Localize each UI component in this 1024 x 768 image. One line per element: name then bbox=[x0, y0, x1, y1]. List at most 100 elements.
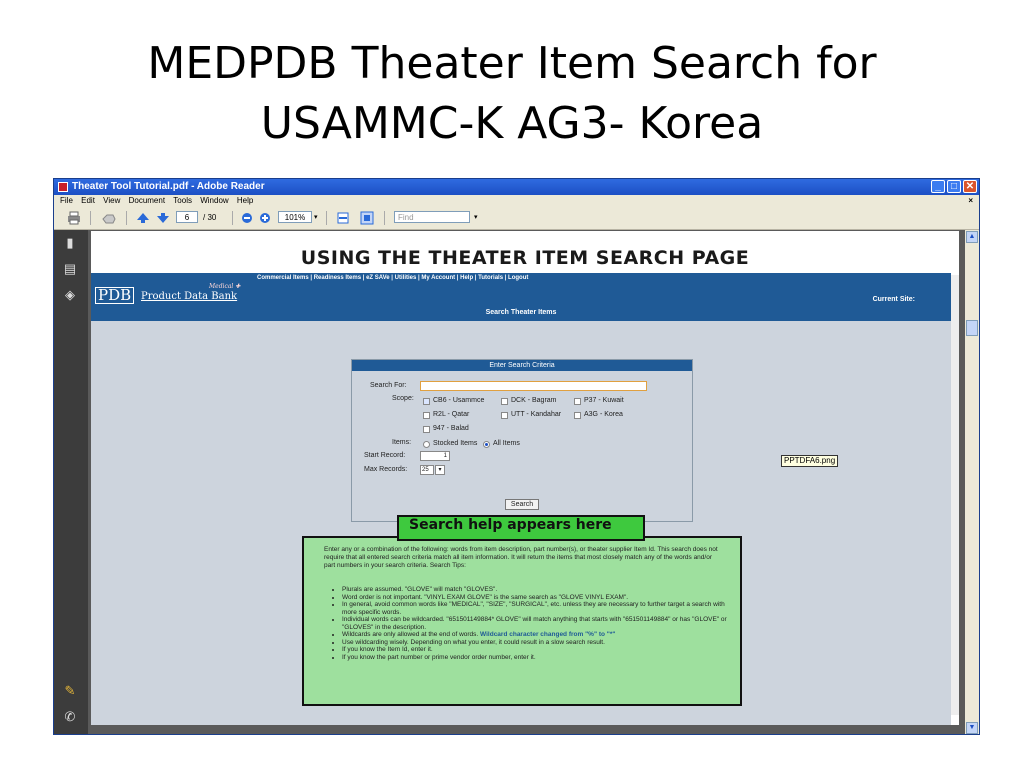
search-help-box: Enter any or a combination of the follow… bbox=[302, 536, 742, 706]
vertical-scrollbar[interactable]: ▲ ▼ bbox=[965, 230, 979, 734]
menu-bar: File Edit View Document Tools Window Hel… bbox=[54, 195, 979, 207]
search-theater-items-title: Search Theater Items bbox=[485, 309, 557, 316]
adobe-reader-window: Theater Tool Tutorial.pdf - Adobe Reader… bbox=[53, 178, 980, 735]
scope-checkbox-cb6[interactable] bbox=[423, 398, 430, 405]
inner-page-scrollbar[interactable] bbox=[951, 275, 959, 715]
search-tip: Plurals are assumed. "GLOVE" will match … bbox=[342, 586, 738, 594]
previous-page-icon[interactable] bbox=[136, 211, 150, 225]
navigation-panel: ▮ ▤ ◈ ✎ ✆ bbox=[54, 230, 88, 734]
menu-edit[interactable]: Edit bbox=[81, 195, 95, 207]
attachments-paperclip-icon[interactable]: ✆ bbox=[63, 710, 77, 724]
wildcard-tip-text: Wildcards are only allowed at the end of… bbox=[342, 631, 479, 638]
menu-tools[interactable]: Tools bbox=[173, 195, 192, 207]
scope-checkbox-utt[interactable] bbox=[501, 412, 508, 419]
document-area: USING THE THEATER ITEM SEARCH PAGE Comme… bbox=[88, 230, 965, 734]
fit-page-icon[interactable] bbox=[360, 211, 374, 225]
close-button[interactable]: ✕ bbox=[963, 180, 977, 193]
menu-help[interactable]: Help bbox=[237, 195, 253, 207]
nav-links[interactable]: Commercial Items | Readiness Items | eZ … bbox=[257, 275, 528, 281]
search-tip: Word order is not important. "VINYL EXAM… bbox=[342, 594, 738, 602]
search-criteria-panel: Enter Search Criteria Search For: Scope:… bbox=[351, 359, 693, 522]
max-records-select[interactable]: 25 bbox=[420, 465, 434, 475]
layers-icon[interactable]: ◈ bbox=[63, 288, 77, 302]
max-records-label: Max Records: bbox=[364, 466, 408, 473]
scroll-down-icon[interactable]: ▼ bbox=[966, 722, 978, 734]
menu-document[interactable]: Document bbox=[129, 195, 165, 207]
scope-option-utt: UTT - Kandahar bbox=[511, 411, 562, 418]
scope-option-r2l: R2L - Qatar bbox=[433, 411, 470, 418]
pdb-logo-text: Product Data Bank bbox=[141, 291, 238, 302]
wildcard-change-note: Wildcard character changed from "%" to "… bbox=[480, 631, 616, 638]
pages-icon[interactable]: ▮ bbox=[63, 236, 77, 250]
max-records-chevron-down-icon[interactable]: ▾ bbox=[435, 465, 445, 475]
search-for-input[interactable] bbox=[420, 381, 647, 391]
scope-option-947: 947 - Balad bbox=[433, 425, 469, 432]
search-button[interactable]: Search bbox=[505, 499, 539, 510]
fit-width-icon[interactable] bbox=[336, 211, 350, 225]
scope-checkbox-a3g[interactable] bbox=[574, 412, 581, 419]
window-titlebar[interactable]: Theater Tool Tutorial.pdf - Adobe Reader… bbox=[54, 179, 979, 195]
current-site-label: Current Site: bbox=[872, 296, 915, 303]
scope-checkbox-p37[interactable] bbox=[574, 398, 581, 405]
toolbar-separator bbox=[126, 211, 127, 225]
menu-window[interactable]: Window bbox=[200, 195, 228, 207]
page-number-input[interactable]: 6 bbox=[176, 211, 198, 223]
scope-checkbox-dck[interactable] bbox=[501, 398, 508, 405]
menu-file[interactable]: File bbox=[60, 195, 73, 207]
minimize-button[interactable]: _ bbox=[931, 180, 945, 193]
search-criteria-header: Enter Search Criteria bbox=[352, 360, 692, 371]
image-filename-label: PPTDFA6.png bbox=[781, 455, 839, 467]
search-tips-list: Plurals are assumed. "GLOVE" will match … bbox=[330, 586, 738, 661]
maximize-button[interactable]: □ bbox=[947, 180, 961, 193]
chevron-down-icon[interactable]: ▾ bbox=[314, 211, 318, 225]
search-tip: In general, avoid common words like "MED… bbox=[342, 601, 738, 616]
scope-checkbox-r2l[interactable] bbox=[423, 412, 430, 419]
find-options-chevron-icon[interactable]: ▾ bbox=[474, 211, 478, 225]
page-total: / 30 bbox=[203, 213, 217, 222]
menu-view[interactable]: View bbox=[103, 195, 120, 207]
items-radio-all[interactable] bbox=[483, 441, 490, 448]
items-option-stocked: Stocked Items bbox=[433, 440, 478, 447]
signatures-icon[interactable]: ✎ bbox=[63, 684, 77, 698]
start-record-input[interactable]: 1 bbox=[420, 451, 450, 461]
zoom-out-icon[interactable] bbox=[240, 211, 254, 225]
zoom-in-icon[interactable] bbox=[258, 211, 272, 225]
pdb-logo-box: PDB bbox=[95, 287, 135, 304]
search-tip: Use wildcarding wisely. Depending on wha… bbox=[342, 639, 738, 647]
search-help-intro: Enter any or a combination of the follow… bbox=[324, 546, 718, 569]
scope-option-a3g: A3G - Korea bbox=[584, 411, 623, 418]
pdb-logo[interactable]: PDB Product Data Bank Medical ✚ bbox=[95, 283, 255, 309]
toolbar-separator bbox=[232, 211, 233, 225]
slide-title-line1: MEDPDB Theater Item Search for bbox=[147, 38, 877, 89]
print-icon[interactable] bbox=[66, 211, 82, 225]
search-tip: If you know the Item Id, enter it. bbox=[342, 646, 738, 654]
page-heading: USING THE THEATER ITEM SEARCH PAGE bbox=[300, 247, 750, 269]
slide-title: MEDPDB Theater Item Search for USAMMC-K … bbox=[0, 34, 1024, 154]
items-label: Items: bbox=[392, 439, 412, 446]
zoom-level-select[interactable]: 101% bbox=[278, 211, 312, 223]
pdb-logo-medical: Medical ✚ bbox=[209, 283, 241, 290]
window-title: Theater Tool Tutorial.pdf - Adobe Reader bbox=[72, 181, 265, 192]
start-record-label: Start Record: bbox=[364, 452, 406, 459]
hand-tool-icon[interactable] bbox=[100, 211, 118, 225]
scope-option-p37: P37 - Kuwait bbox=[584, 397, 624, 404]
search-tip: If you know the part number or prime ven… bbox=[342, 654, 738, 662]
scope-label: Scope: bbox=[392, 395, 414, 402]
close-document-button[interactable]: × bbox=[968, 195, 973, 207]
scope-option-cb6: CB6 - Usammce bbox=[433, 397, 485, 404]
slide-title-line2: USAMMC-K AG3- Korea bbox=[260, 98, 764, 149]
toolbar-separator bbox=[384, 211, 385, 225]
scope-option-dck: DCK - Bagram bbox=[511, 397, 557, 404]
scroll-thumb[interactable] bbox=[966, 320, 978, 336]
search-tip: Individual words can be wildcarded. "651… bbox=[342, 616, 738, 631]
bookmarks-icon[interactable]: ▤ bbox=[63, 262, 77, 276]
find-input[interactable]: Find bbox=[394, 211, 470, 223]
toolbar-separator bbox=[326, 211, 327, 225]
search-help-callout: Search help appears here bbox=[397, 515, 645, 541]
scroll-up-icon[interactable]: ▲ bbox=[966, 231, 978, 243]
pdb-header-bar: Commercial Items | Readiness Items | eZ … bbox=[91, 273, 951, 321]
next-page-icon[interactable] bbox=[156, 211, 170, 225]
items-radio-stocked[interactable] bbox=[423, 441, 430, 448]
search-tip-wildcard: Wildcards are only allowed at the end of… bbox=[342, 631, 738, 639]
scope-checkbox-947[interactable] bbox=[423, 426, 430, 433]
